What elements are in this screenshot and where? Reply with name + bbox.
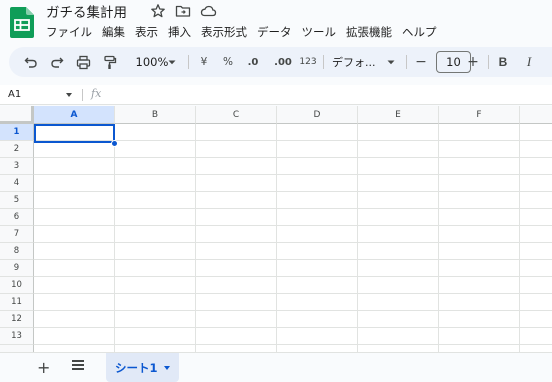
formula-input[interactable]	[110, 87, 540, 103]
row-gridline	[34, 276, 552, 277]
menu-file[interactable]: ファイル	[46, 23, 97, 41]
column-gridline	[114, 124, 115, 352]
font-value: デフォ...	[332, 56, 376, 69]
formula-bar: A1 fx	[0, 85, 552, 105]
row-header-2[interactable]: 2	[0, 141, 34, 158]
row-header-7[interactable]: 7	[0, 226, 34, 243]
column-gridline	[195, 124, 196, 352]
zoom-caret-icon[interactable]	[166, 47, 178, 77]
spreadsheet-grid[interactable]: ABCDEF 1 2 3 4 5 6 7 8 9 10 11 12 13	[0, 106, 552, 352]
all-sheets-button[interactable]	[72, 360, 84, 373]
decrease-decimal-button[interactable]: .0	[243, 47, 263, 77]
undo-button[interactable]	[21, 47, 41, 77]
app-header: ガチる集計用 ファイル 編集 表示 挿入 表示形式 データ ツール 拡張機能 ヘ…	[0, 0, 552, 44]
menu-help[interactable]: ヘルプ	[397, 23, 442, 41]
column-header-f[interactable]: F	[439, 106, 520, 124]
row-gridline	[34, 327, 552, 328]
row-header-13[interactable]: 13	[0, 328, 34, 345]
column-header-e[interactable]: E	[358, 106, 439, 124]
column-gridline	[357, 124, 358, 352]
move-to-folder-icon[interactable]	[175, 3, 191, 19]
menu-data[interactable]: データ	[252, 23, 297, 41]
add-sheet-button[interactable]: +	[37, 358, 50, 378]
column-gridline	[276, 124, 277, 352]
row-gridline	[34, 293, 552, 294]
row-header-3[interactable]: 3	[0, 158, 34, 175]
number-format-label: 123	[299, 57, 317, 67]
menu-bar: ファイル 編集 表示 挿入 表示形式 データ ツール 拡張機能 ヘルプ	[46, 23, 442, 41]
row-header-11[interactable]: 11	[0, 294, 34, 311]
row-gridline	[34, 242, 552, 243]
row-header-5[interactable]: 5	[0, 192, 34, 209]
sheet-tab[interactable]: シート1	[106, 353, 179, 382]
column-header-partial[interactable]	[520, 106, 552, 124]
document-title[interactable]: ガチる集計用	[46, 1, 127, 21]
decrease-decimal-label: .0	[247, 56, 259, 68]
toolbar: 100% ¥ % .0 .00 123 デフォ... − 10 + B I	[9, 47, 552, 77]
row-header-partial[interactable]	[0, 345, 34, 352]
column-header-c[interactable]: C	[196, 106, 277, 124]
menu-format[interactable]: 表示形式	[196, 23, 252, 41]
sheet-tab-label: シート1	[115, 361, 158, 375]
font-caret-icon[interactable]	[385, 47, 397, 77]
menu-extensions[interactable]: 拡張機能	[341, 23, 397, 41]
menu-edit[interactable]: 編集	[97, 23, 130, 41]
sheets-logo[interactable]	[10, 7, 34, 38]
increase-decimal-label: .00	[274, 56, 292, 68]
number-format-button[interactable]: 123	[298, 47, 318, 77]
toolbar-divider	[488, 55, 489, 69]
column-gridline	[519, 124, 520, 352]
currency-format-button[interactable]: ¥	[196, 47, 212, 77]
bold-button[interactable]: B	[495, 47, 511, 77]
toolbar-divider	[188, 55, 189, 69]
formula-bar-divider	[82, 89, 83, 101]
menu-view[interactable]: 表示	[130, 23, 163, 41]
row-header-6[interactable]: 6	[0, 209, 34, 226]
selected-cell-a1[interactable]	[34, 124, 115, 143]
fx-icon: fx	[91, 87, 102, 100]
increase-font-size-button[interactable]: +	[465, 47, 481, 77]
sheet-bar: + シート1	[0, 352, 552, 382]
column-header-a[interactable]: A	[34, 106, 115, 124]
menu-tools[interactable]: ツール	[297, 23, 342, 41]
row-header-9[interactable]: 9	[0, 260, 34, 277]
row-header-12[interactable]: 12	[0, 311, 34, 328]
print-button[interactable]	[72, 47, 94, 77]
row-gridline	[34, 344, 552, 345]
row-gridline	[34, 191, 552, 192]
select-all-corner[interactable]	[0, 106, 34, 124]
toolbar-divider	[406, 55, 407, 69]
row-header-4[interactable]: 4	[0, 175, 34, 192]
name-box-caret-icon[interactable]	[66, 93, 72, 97]
menu-insert[interactable]: 挿入	[163, 23, 196, 41]
column-gridline	[438, 124, 439, 352]
row-gridline	[34, 310, 552, 311]
paint-format-button[interactable]	[99, 47, 121, 77]
row-gridline	[34, 225, 552, 226]
decrease-font-size-button[interactable]: −	[413, 47, 429, 77]
row-header-8[interactable]: 8	[0, 243, 34, 260]
column-header-d[interactable]: D	[277, 106, 358, 124]
row-header-10[interactable]: 10	[0, 277, 34, 294]
fill-handle[interactable]	[111, 140, 118, 147]
name-box[interactable]: A1	[8, 87, 21, 103]
toolbar-divider	[323, 55, 324, 69]
row-gridline	[34, 157, 552, 158]
zoom-value: 100%	[135, 55, 169, 69]
percent-format-button[interactable]: %	[220, 47, 236, 77]
row-gridline	[34, 259, 552, 260]
row-gridline	[34, 208, 552, 209]
font-select[interactable]: デフォ...	[332, 47, 384, 77]
row-gridline	[34, 174, 552, 175]
column-header-b[interactable]: B	[115, 106, 196, 124]
increase-decimal-button[interactable]: .00	[271, 47, 295, 77]
italic-button[interactable]: I	[521, 47, 537, 77]
star-icon[interactable]	[150, 3, 166, 19]
sheet-tab-caret-icon[interactable]	[164, 366, 170, 370]
row-header-1[interactable]: 1	[0, 124, 34, 141]
redo-button[interactable]	[47, 47, 67, 77]
cloud-status-icon[interactable]	[200, 3, 217, 19]
